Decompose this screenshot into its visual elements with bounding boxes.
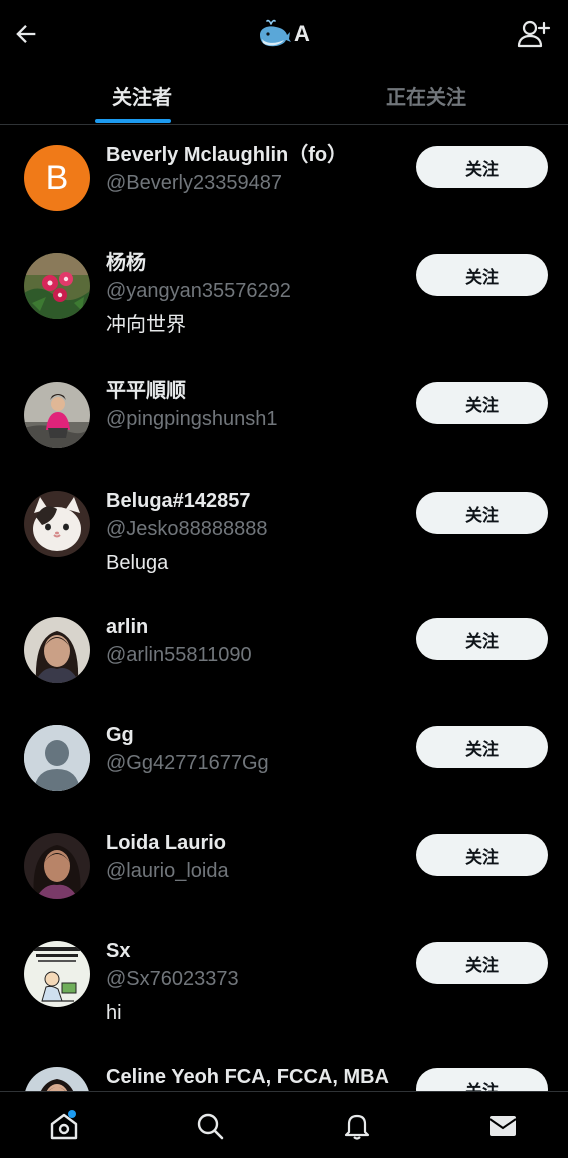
avatar[interactable] [24,1067,90,1091]
user-name[interactable]: Beverly Mclaughlin（fo） [106,143,347,167]
top-app-bar: A [0,0,568,66]
list-item[interactable]: Sx @Sx76023373 hi 关注 [0,921,568,1051]
follow-button[interactable]: 关注 [416,254,548,296]
avatar[interactable] [24,941,90,1007]
profile-name: A [294,21,310,46]
user-handle: @pingpingshunsh1 [106,408,278,430]
followers-screen: A 关注者 正在关注 B Beverly Mclaughlin（fo） @Bev… [0,0,568,1158]
user-handle: @Jesko88888888 [106,518,268,540]
avatar[interactable] [24,725,90,791]
user-handle: @yangyan35576292 [106,280,291,302]
list-item[interactable]: B Beverly Mclaughlin（fo） @Beverly2335948… [0,125,568,233]
woman-photo-avatar [24,1067,90,1091]
follow-button[interactable]: 关注 [416,382,548,424]
nav-messages[interactable] [483,1106,523,1146]
user-name[interactable]: Loida Laurio [106,831,226,855]
woman-photo-avatar [24,617,90,683]
tab-bar: 关注者 正在关注 [0,66,568,125]
follow-button[interactable]: 关注 [416,834,548,876]
follow-button[interactable]: 关注 [416,618,548,660]
nav-notifications[interactable] [337,1106,377,1146]
profile-title: A [0,18,568,50]
user-handle: @Beverly23359487 [106,172,282,194]
list-item[interactable]: 平平順顺 @pingpingshunsh1 关注 [0,361,568,471]
woman-photo-avatar [24,833,90,899]
follow-button[interactable]: 关注 [416,942,548,984]
avatar[interactable]: B [24,145,90,211]
user-name[interactable]: Gg [106,723,134,747]
avatar[interactable] [24,382,90,448]
list-item[interactable]: Gg @Gg42771677Gg 关注 [0,705,568,813]
user-name[interactable]: Beluga#142857 [106,489,251,513]
user-handle: @Gg42771677Gg [106,752,269,774]
follow-button[interactable]: 关注 [416,492,548,534]
avatar[interactable] [24,253,90,319]
add-user-button[interactable] [516,18,552,50]
list-item[interactable]: arlin @arlin55811090 关注 [0,597,568,705]
tab-followers[interactable]: 关注者 [0,66,284,124]
avatar-letter: B [45,158,69,197]
search-icon [197,1113,224,1140]
user-bio: hi [106,1002,122,1024]
nav-home[interactable] [44,1106,84,1146]
user-name[interactable]: Celine Yeoh FCA, FCCA, MBA [106,1065,389,1089]
user-bio: Beluga [106,552,169,574]
person-photo-avatar [24,382,90,448]
list-item[interactable]: Celine Yeoh FCA, FCCA, MBA 关注 [0,1051,568,1091]
follow-button[interactable]: 关注 [416,1068,548,1091]
list-item[interactable]: 杨杨 @yangyan35576292 冲向世界 关注 [0,233,568,361]
default-avatar-icon [24,725,90,791]
flower-photo-avatar [24,253,90,319]
user-handle: @laurio_loida [106,860,229,882]
nav-search[interactable] [190,1106,230,1146]
cartoon-avatar [24,941,90,1007]
cat-photo-avatar [24,491,90,557]
user-handle: @Sx76023373 [106,968,239,990]
bottom-navigation [0,1091,568,1158]
envelope-icon [489,1116,517,1136]
bell-icon [344,1114,370,1140]
user-name[interactable]: 杨杨 [106,251,146,275]
user-name[interactable]: arlin [106,615,148,639]
followers-list[interactable]: B Beverly Mclaughlin（fo） @Beverly2335948… [0,125,568,1091]
follow-button[interactable]: 关注 [416,146,548,188]
user-name[interactable]: Sx [106,939,130,963]
user-name[interactable]: 平平順顺 [106,379,186,403]
avatar[interactable] [24,491,90,557]
user-handle: @arlin55811090 [106,644,252,666]
follow-button[interactable]: 关注 [416,726,548,768]
tab-following-label: 正在关注 [386,86,466,109]
active-tab-indicator [95,119,171,123]
avatar[interactable] [24,833,90,899]
tab-following[interactable]: 正在关注 [284,66,568,124]
add-user-icon [517,20,551,48]
whale-icon [260,19,292,47]
list-item[interactable]: Loida Laurio @laurio_loida 关注 [0,813,568,921]
user-bio: 冲向世界 [106,314,186,336]
avatar[interactable] [24,617,90,683]
notification-dot [68,1110,76,1118]
list-item[interactable]: Beluga#142857 @Jesko88888888 Beluga 关注 [0,471,568,597]
tab-followers-label: 关注者 [112,86,172,109]
